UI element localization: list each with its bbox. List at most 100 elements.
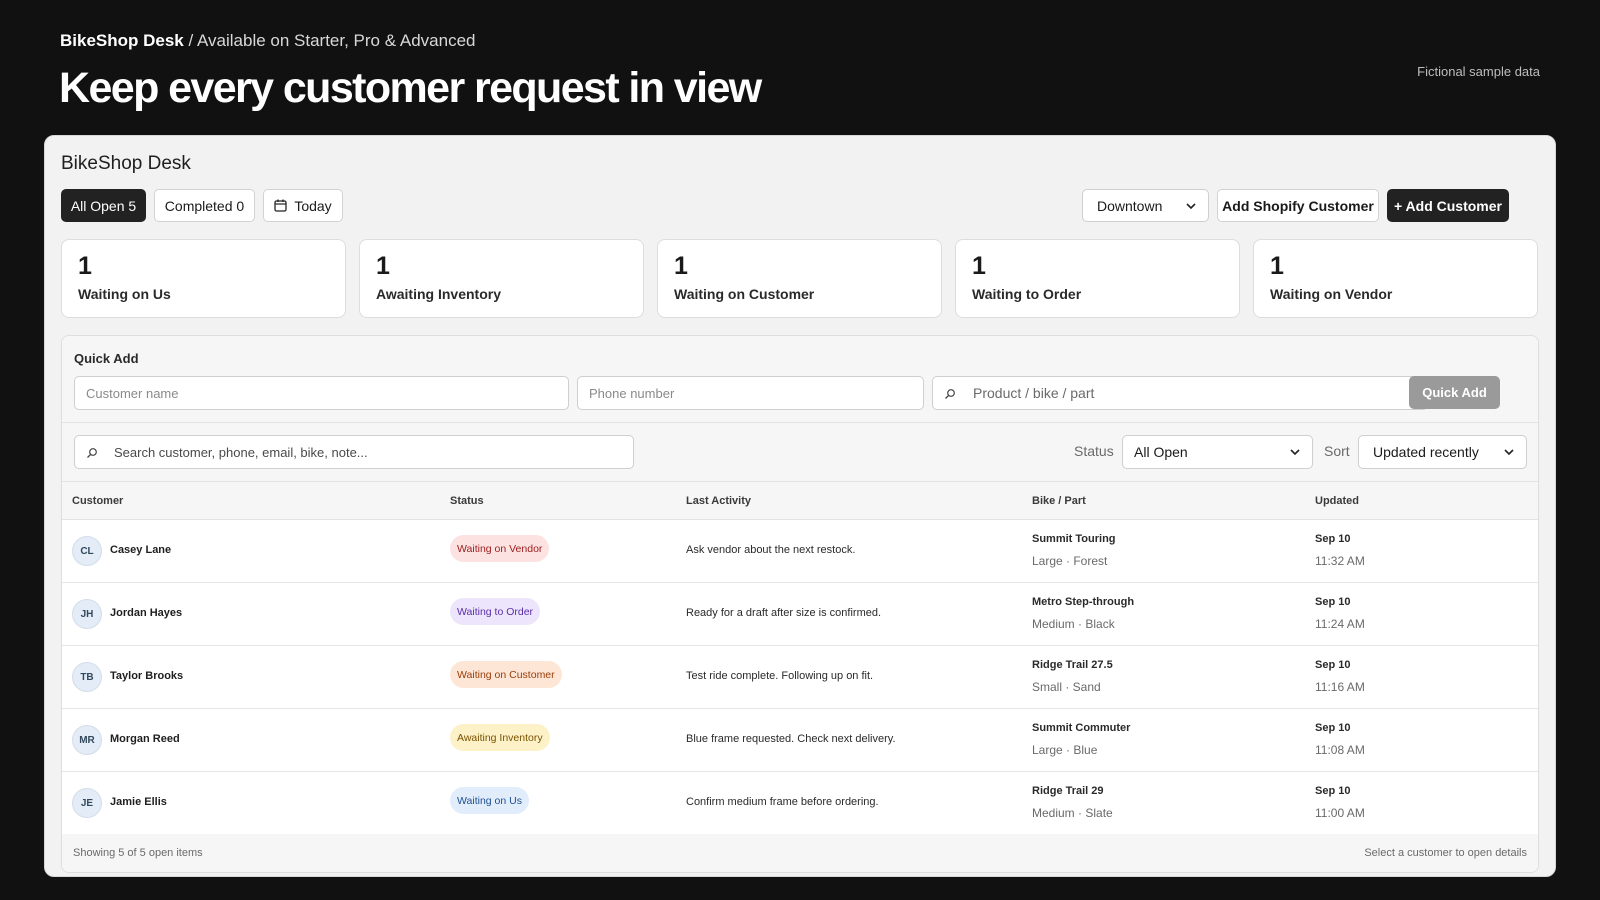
table-row[interactable]: JE Jamie Ellis Waiting on Us Confirm med…: [62, 772, 1538, 835]
stat-label: Waiting on Us: [78, 286, 171, 302]
sort-select[interactable]: Updated recently: [1358, 435, 1527, 469]
hero-brand: BikeShop Desk: [60, 31, 184, 50]
quick-add-title: Quick Add: [74, 351, 139, 366]
add-customer-button[interactable]: + Add Customer: [1387, 189, 1509, 222]
status-badge: Waiting on Vendor: [450, 535, 550, 562]
hero-plans: / Available on Starter, Pro & Advanced: [183, 31, 476, 50]
updated-date: Sep 10: [1315, 722, 1351, 734]
avatar: CL: [72, 536, 102, 566]
updated-time: 11:00 AM: [1315, 806, 1365, 820]
hero-note: Fictional sample data: [1417, 64, 1540, 79]
stat-label: Waiting on Customer: [674, 286, 815, 302]
customer-name-input[interactable]: Customer name: [74, 376, 569, 410]
updated-time: 11:32 AM: [1315, 554, 1365, 568]
tab-today[interactable]: Today: [263, 189, 343, 222]
hero-title: Keep every customer request in view: [59, 64, 762, 112]
column-header-customer[interactable]: Customer: [72, 495, 123, 507]
location-value: Downtown: [1097, 197, 1163, 214]
bike-detail: Medium · Slate: [1032, 806, 1113, 820]
tab-all-open[interactable]: All Open 5: [61, 189, 146, 222]
sort-label: Sort: [1324, 443, 1350, 459]
tab-today-label: Today: [294, 197, 332, 214]
table-row[interactable]: TB Taylor Brooks Waiting on Customer Tes…: [62, 646, 1538, 709]
status-filter-value: All Open: [1134, 444, 1188, 460]
bike-detail: Medium · Black: [1032, 617, 1115, 631]
app-title: BikeShop Desk: [61, 153, 191, 174]
updated-date: Sep 10: [1315, 785, 1351, 797]
column-header-activity[interactable]: Last Activity: [686, 495, 751, 507]
hero-top: BikeShop Desk / Available on Starter, Pr…: [60, 31, 475, 51]
phone-input[interactable]: Phone number: [577, 376, 924, 410]
chevron-down-icon: [1504, 449, 1514, 456]
search-input[interactable]: Search customer, phone, email, bike, not…: [74, 435, 634, 469]
location-select[interactable]: Downtown: [1082, 189, 1209, 222]
updated-time: 11:16 AM: [1315, 680, 1365, 694]
customer-name: Jamie Ellis: [110, 796, 167, 808]
tab-completed[interactable]: Completed 0: [154, 189, 255, 222]
avatar: MR: [72, 725, 102, 755]
sort-value: Updated recently: [1373, 444, 1479, 460]
bike-detail: Small · Sand: [1032, 680, 1101, 694]
bike-name: Ridge Trail 27.5: [1032, 659, 1113, 671]
stat-value: 1: [1270, 252, 1284, 280]
bike-name: Ridge Trail 29: [1032, 785, 1104, 797]
updated-date: Sep 10: [1315, 533, 1351, 545]
customer-name: Taylor Brooks: [110, 670, 184, 682]
updated-date: Sep 10: [1315, 596, 1351, 608]
tab-all-open-label: All Open 5: [70, 197, 137, 214]
search-icon: [945, 389, 955, 399]
phone-placeholder: Phone number: [589, 385, 675, 401]
status-badge: Waiting to Order: [450, 598, 541, 625]
column-header-bike[interactable]: Bike / Part: [1032, 495, 1086, 507]
details-hint: Select a customer to open details: [1364, 847, 1527, 859]
avatar: JH: [72, 599, 102, 629]
bike-name: Summit Touring: [1032, 533, 1116, 545]
status-filter-select[interactable]: All Open: [1122, 435, 1313, 469]
filter-bar: Search customer, phone, email, bike, not…: [62, 423, 1538, 482]
stat-card[interactable]: 1 Waiting on Customer: [657, 239, 942, 318]
status-filter-label: Status: [1074, 443, 1114, 459]
bike-detail: Large · Forest: [1032, 554, 1108, 568]
updated-time: 11:08 AM: [1315, 743, 1365, 757]
stat-card[interactable]: 1 Waiting on Vendor: [1253, 239, 1538, 318]
table-row[interactable]: CL Casey Lane Waiting on Vendor Ask vend…: [62, 520, 1538, 583]
table-row[interactable]: MR Morgan Reed Awaiting Inventory Blue f…: [62, 709, 1538, 772]
requests-panel: Quick Add Customer name Phone number Pro…: [61, 335, 1539, 873]
last-activity: Confirm medium frame before ordering.: [686, 796, 879, 808]
bike-name: Summit Commuter: [1032, 722, 1131, 734]
table-footer: Showing 5 of 5 open items Select a custo…: [62, 834, 1538, 872]
stat-label: Awaiting Inventory: [376, 286, 501, 302]
stat-value: 1: [78, 252, 92, 280]
avatar: TB: [72, 662, 102, 692]
status-badge: Waiting on Us: [450, 787, 529, 814]
stat-value: 1: [674, 252, 688, 280]
column-header-updated[interactable]: Updated: [1315, 495, 1359, 507]
add-shopify-label: Add Shopify Customer: [1222, 197, 1374, 214]
product-search-input[interactable]: Product / bike / part: [932, 376, 1428, 410]
last-activity: Ready for a draft after size is confirme…: [686, 607, 882, 619]
bike-detail: Large · Blue: [1032, 743, 1098, 757]
stat-card[interactable]: 1 Awaiting Inventory: [359, 239, 644, 318]
add-shopify-customer-button[interactable]: Add Shopify Customer: [1217, 189, 1379, 222]
quick-add-button[interactable]: Quick Add: [1409, 376, 1500, 409]
table-header: Customer Status Last Activity Bike / Par…: [62, 482, 1538, 520]
results-count: Showing 5 of 5 open items: [73, 847, 203, 859]
status-badge: Waiting on Customer: [450, 661, 562, 688]
bike-name: Metro Step-through: [1032, 596, 1135, 608]
customer-name: Jordan Hayes: [110, 607, 183, 619]
customer-name: Casey Lane: [110, 544, 172, 556]
stat-card[interactable]: 1 Waiting on Us: [61, 239, 346, 318]
last-activity: Blue frame requested. Check next deliver…: [686, 733, 896, 745]
stat-label: Waiting on Vendor: [1270, 286, 1393, 302]
stat-label: Waiting to Order: [972, 286, 1082, 302]
customer-name: Morgan Reed: [110, 733, 180, 745]
product-placeholder: Product / bike / part: [973, 385, 1095, 401]
column-header-status[interactable]: Status: [450, 495, 484, 507]
table-row[interactable]: JH Jordan Hayes Waiting to Order Ready f…: [62, 583, 1538, 646]
stat-value: 1: [376, 252, 390, 280]
app-window: BikeShop Desk All Open 5 Completed 0 Tod…: [44, 135, 1556, 877]
tab-completed-label: Completed 0: [164, 197, 245, 214]
stat-card[interactable]: 1 Waiting to Order: [955, 239, 1240, 318]
chevron-down-icon: [1290, 449, 1300, 456]
customer-name-placeholder: Customer name: [86, 385, 179, 401]
